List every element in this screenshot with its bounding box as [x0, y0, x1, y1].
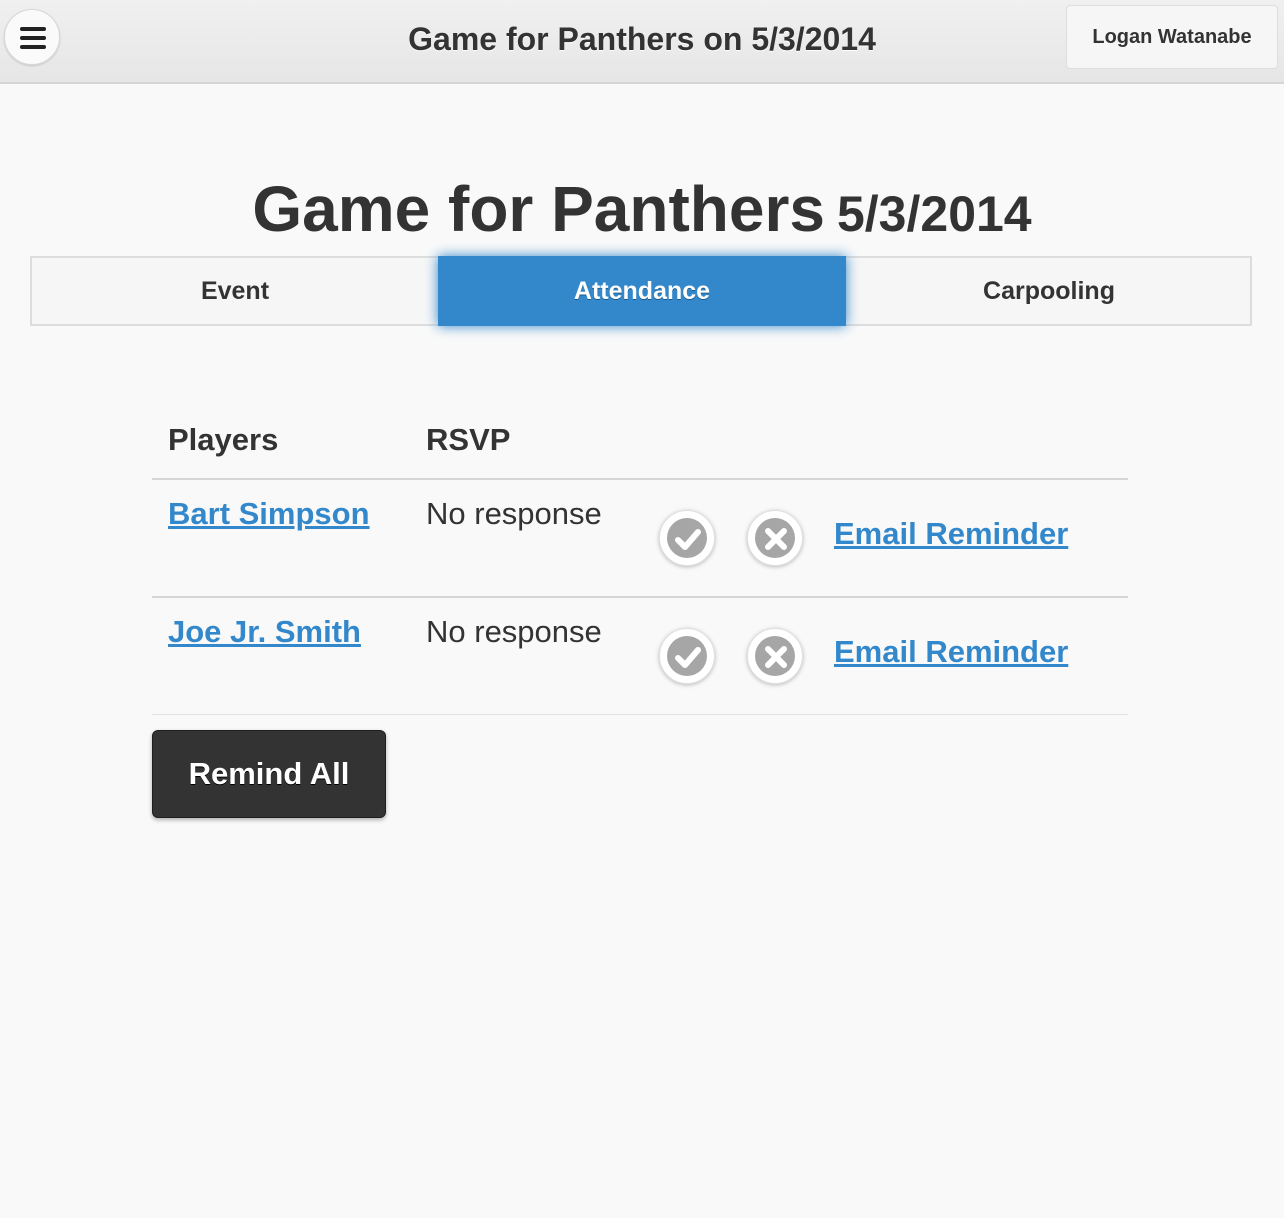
- header-bar: Game for Panthers on 5/3/2014 Logan Wata…: [0, 0, 1284, 84]
- rsvp-no-button[interactable]: [747, 510, 803, 566]
- event-date: 5/3/2014: [836, 186, 1032, 242]
- rsvp-no-button[interactable]: [747, 628, 803, 684]
- rsvp-yes-button[interactable]: [659, 628, 715, 684]
- hamburger-menu-icon[interactable]: [4, 9, 60, 65]
- check-icon: [675, 529, 701, 550]
- menu-bar-1: [20, 27, 46, 31]
- page-title: Game for Panthers 5/3/2014: [0, 172, 1284, 246]
- check-icon: [675, 647, 701, 668]
- rsvp-status: No response: [426, 496, 602, 531]
- column-header-rsvp: RSVP: [426, 422, 511, 457]
- tab-carpooling[interactable]: Carpooling: [846, 256, 1252, 326]
- tab-event[interactable]: Event: [32, 256, 438, 326]
- email-reminder-link[interactable]: Email Reminder: [834, 634, 1068, 670]
- rsvp-status: No response: [426, 614, 602, 649]
- tab-attendance[interactable]: Attendance: [438, 256, 846, 326]
- tab-bar: Event Attendance Carpooling: [30, 256, 1252, 326]
- row-divider: [152, 714, 1128, 715]
- player-link[interactable]: Joe Jr. Smith: [168, 614, 361, 650]
- remind-all-button[interactable]: Remind All: [152, 730, 386, 818]
- rsvp-yes-button[interactable]: [659, 510, 715, 566]
- table-divider: [152, 478, 1128, 480]
- menu-bar-3: [20, 45, 46, 49]
- close-icon: [765, 528, 787, 550]
- column-header-players: Players: [168, 422, 279, 457]
- menu-bar-2: [20, 36, 46, 40]
- email-reminder-link[interactable]: Email Reminder: [834, 516, 1068, 552]
- player-link[interactable]: Bart Simpson: [168, 496, 370, 532]
- event-title: Game for Panthers: [252, 173, 825, 245]
- row-divider: [152, 596, 1128, 598]
- user-account-button[interactable]: Logan Watanabe: [1066, 5, 1278, 69]
- close-icon: [765, 646, 787, 668]
